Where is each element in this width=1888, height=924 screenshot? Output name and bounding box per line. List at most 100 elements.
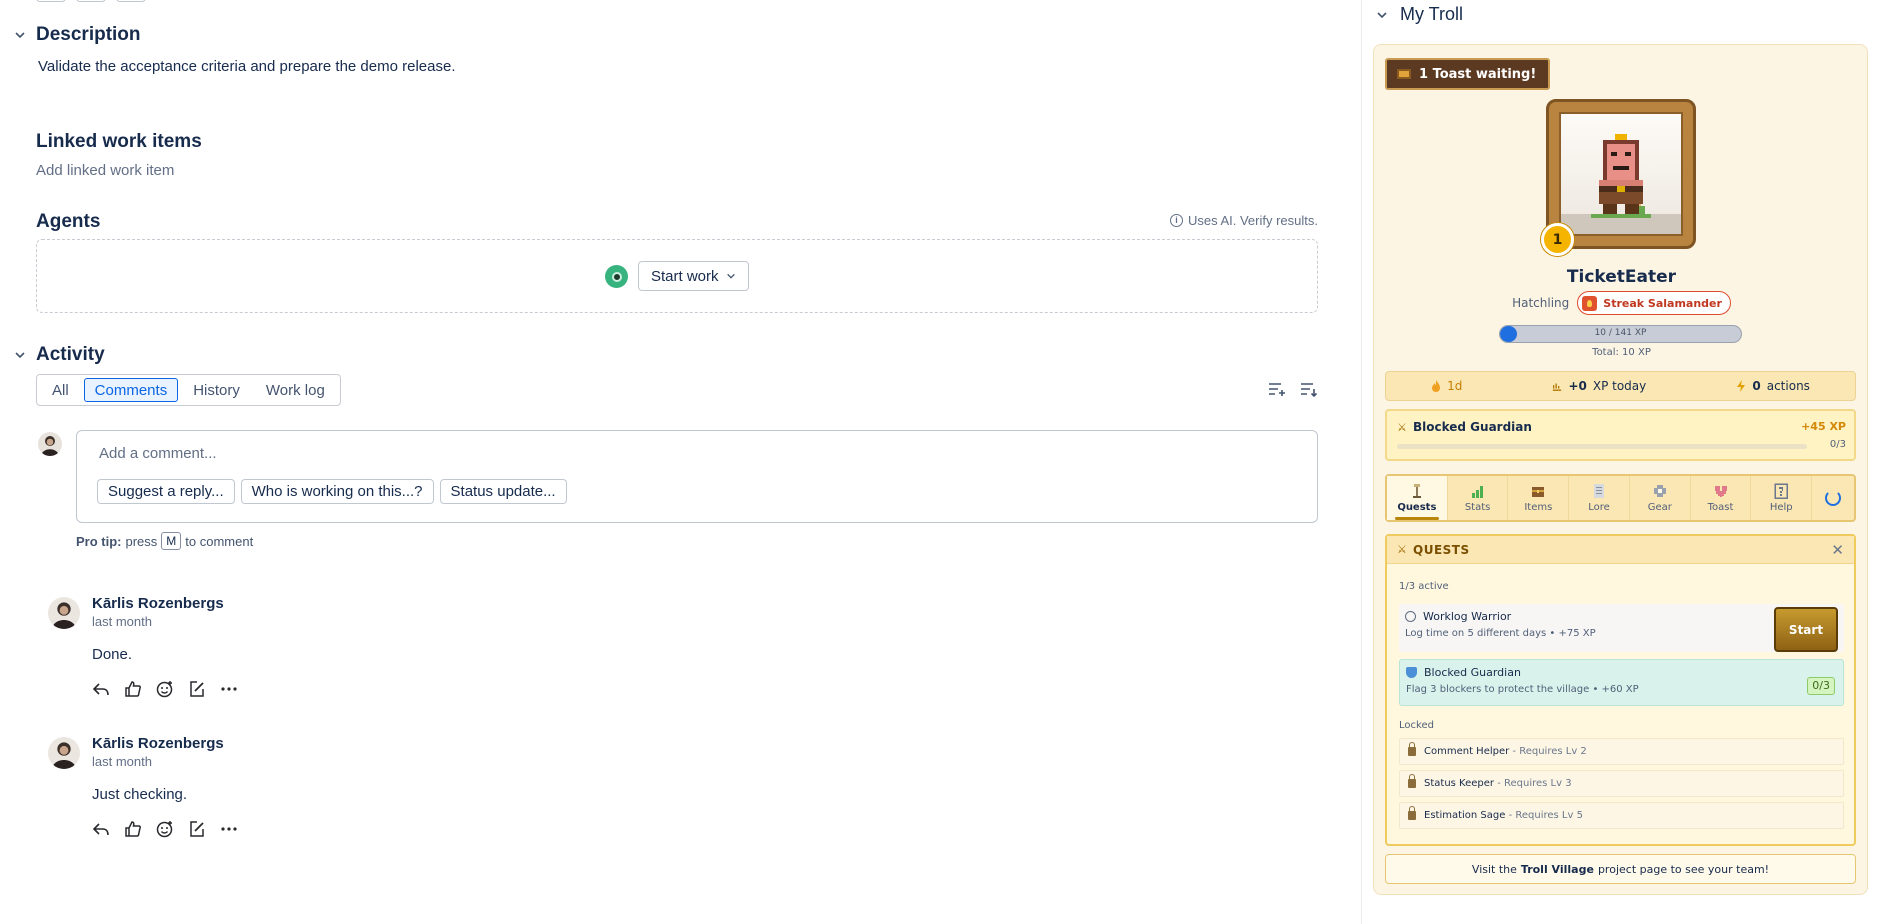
locked-quest-name: Estimation Sage [1424,810,1506,821]
streak-days: 1d [1447,379,1463,393]
quest-item: Worklog Warrior Log time on 5 different … [1399,604,1844,652]
activity-header[interactable]: Activity [14,344,105,366]
start-work-button[interactable]: Start work [638,261,749,291]
active-quest-banner[interactable]: ⚔ Blocked Guardian +45 XP 0/3 [1385,409,1856,461]
help-icon [1774,483,1789,499]
description-header[interactable]: Description [14,24,141,46]
comment-author[interactable]: Kārlis Rozenbergs [92,595,224,612]
locked-quests-label: Locked [1399,720,1434,731]
swords-icon: ⚔ [1397,421,1407,434]
xp-progress-text: 10 / 141 XP [1594,328,1647,338]
troll-rank: Hatchling [1512,296,1570,310]
keyboard-shortcut: M [161,532,182,550]
lock-icon [1408,742,1416,756]
comment-actions [92,820,238,838]
more-icon[interactable] [220,820,238,838]
avatar[interactable] [48,737,80,769]
stopwatch-icon [1405,611,1416,622]
more-icon[interactable] [220,680,238,698]
tab-history[interactable]: History [182,378,251,402]
activity-tabs: All Comments History Work log [36,374,341,406]
add-reaction-icon[interactable] [156,680,174,698]
add-reaction-icon[interactable] [156,820,174,838]
avatar[interactable] [48,597,80,629]
tab-help[interactable]: Help [1751,476,1813,520]
active-quest-xp: +45 XP [1801,420,1846,433]
thumbs-up-icon[interactable] [124,820,142,838]
active-quest-count: 1/3 active [1399,581,1449,592]
troll-tabs: Quests Stats Items Lore Gear Toast Help [1385,474,1856,522]
locked-quest-name: Comment Helper [1424,746,1510,757]
toolbar-button[interactable] [76,0,106,2]
tab-work-log[interactable]: Work log [255,378,336,402]
issue-main-panel: Description Validate the acceptance crit… [0,0,1360,924]
comment-placeholder[interactable]: Add a comment... [99,445,217,462]
locked-quest-name: Status Keeper [1424,778,1495,789]
lock-icon [1408,774,1416,788]
quest-description: Flag 3 blockers to protect the village •… [1406,684,1639,695]
comment-editor[interactable]: Add a comment... Suggest a reply... Who … [76,430,1318,523]
edit-icon[interactable] [188,820,206,838]
xp-progress-bar: 10 / 141 XP [1499,325,1742,343]
toolbar-button[interactable] [36,0,66,2]
chest-icon [1397,69,1411,79]
quest-description: Log time on 5 different days • +75 XP [1405,628,1596,639]
quests-panel: ⚔ QUESTS ✕ 1/3 active Worklog Warrior Lo… [1385,534,1856,846]
village-suffix: project page to see your team! [1597,862,1770,876]
status-update-button[interactable]: Status update... [439,479,567,504]
toolbar-button[interactable] [116,0,146,2]
my-troll-title: My Troll [1400,4,1463,24]
refresh-icon [1825,490,1842,506]
suggest-reply-button[interactable]: Suggest a reply... [97,479,235,504]
quests-panel-header: ⚔ QUESTS ✕ [1387,536,1854,564]
locked-quest-requirement: - Requires Lv 3 [1497,778,1572,789]
comment-item: Kārlis Rozenbergs last month Done. [48,595,848,725]
streak-badge-label: Streak Salamander [1603,296,1722,310]
filter-add-icon[interactable] [1268,381,1286,397]
agents-panel: Start work [36,239,1318,313]
lightning-icon [1737,380,1746,392]
toast-waiting-badge[interactable]: 1 Toast waiting! [1385,58,1551,90]
comment-author[interactable]: Kārlis Rozenbergs [92,735,224,752]
pro-tip: Pro tip: press M to comment [76,532,253,550]
locked-quest-item: Comment Helper - Requires Lv 2 [1399,738,1844,765]
reply-icon[interactable] [92,680,110,698]
troll-avatar-image [1559,112,1683,236]
troll-village-banner[interactable]: Visit the Troll Village project page to … [1385,854,1856,884]
reply-icon[interactable] [92,820,110,838]
daily-stats-bar: 1d +0 XP today 0 actions [1385,371,1856,401]
xp-today-stat: +0 XP today [1552,379,1646,393]
start-quest-button[interactable]: Start [1774,607,1838,652]
chevron-down-icon [15,352,25,359]
who-is-working-button[interactable]: Who is working on this...? [240,479,434,504]
tab-all[interactable]: All [41,378,80,402]
close-icon[interactable]: ✕ [1831,541,1844,559]
tab-quests[interactable]: Quests [1387,476,1448,520]
tab-stats[interactable]: Stats [1448,476,1509,520]
heart-icon [1714,486,1727,497]
chevron-down-icon [1377,11,1387,18]
description-text[interactable]: Validate the acceptance criteria and pre… [38,58,455,75]
comment-body: Just checking. [92,786,188,803]
refresh-button[interactable] [1812,476,1854,520]
edit-icon[interactable] [188,680,206,698]
thumbs-up-icon[interactable] [124,680,142,698]
tab-lore[interactable]: Lore [1569,476,1630,520]
tab-help-label: Help [1769,502,1793,513]
streak-badge[interactable]: Streak Salamander [1577,291,1731,315]
add-linked-work-item-link[interactable]: Add linked work item [36,162,174,179]
my-troll-header[interactable]: My Troll [1376,4,1463,25]
tab-comments[interactable]: Comments [83,378,179,402]
tab-toast[interactable]: Toast [1691,476,1752,520]
toast-waiting-text: 1 Toast waiting! [1419,66,1537,82]
actions-stat: 0 actions [1736,379,1810,393]
tab-items[interactable]: Items [1508,476,1570,520]
comment-body: Done. [92,646,133,663]
troll-village-link[interactable]: Troll Village [1521,863,1594,876]
chart-icon [1553,383,1562,391]
troll-portrait[interactable]: 1 [1541,99,1696,256]
sort-icon[interactable] [1300,381,1318,397]
tab-gear[interactable]: Gear [1630,476,1691,520]
pro-tip-suffix: to comment [185,533,254,549]
tab-toast-label: Toast [1707,502,1734,513]
